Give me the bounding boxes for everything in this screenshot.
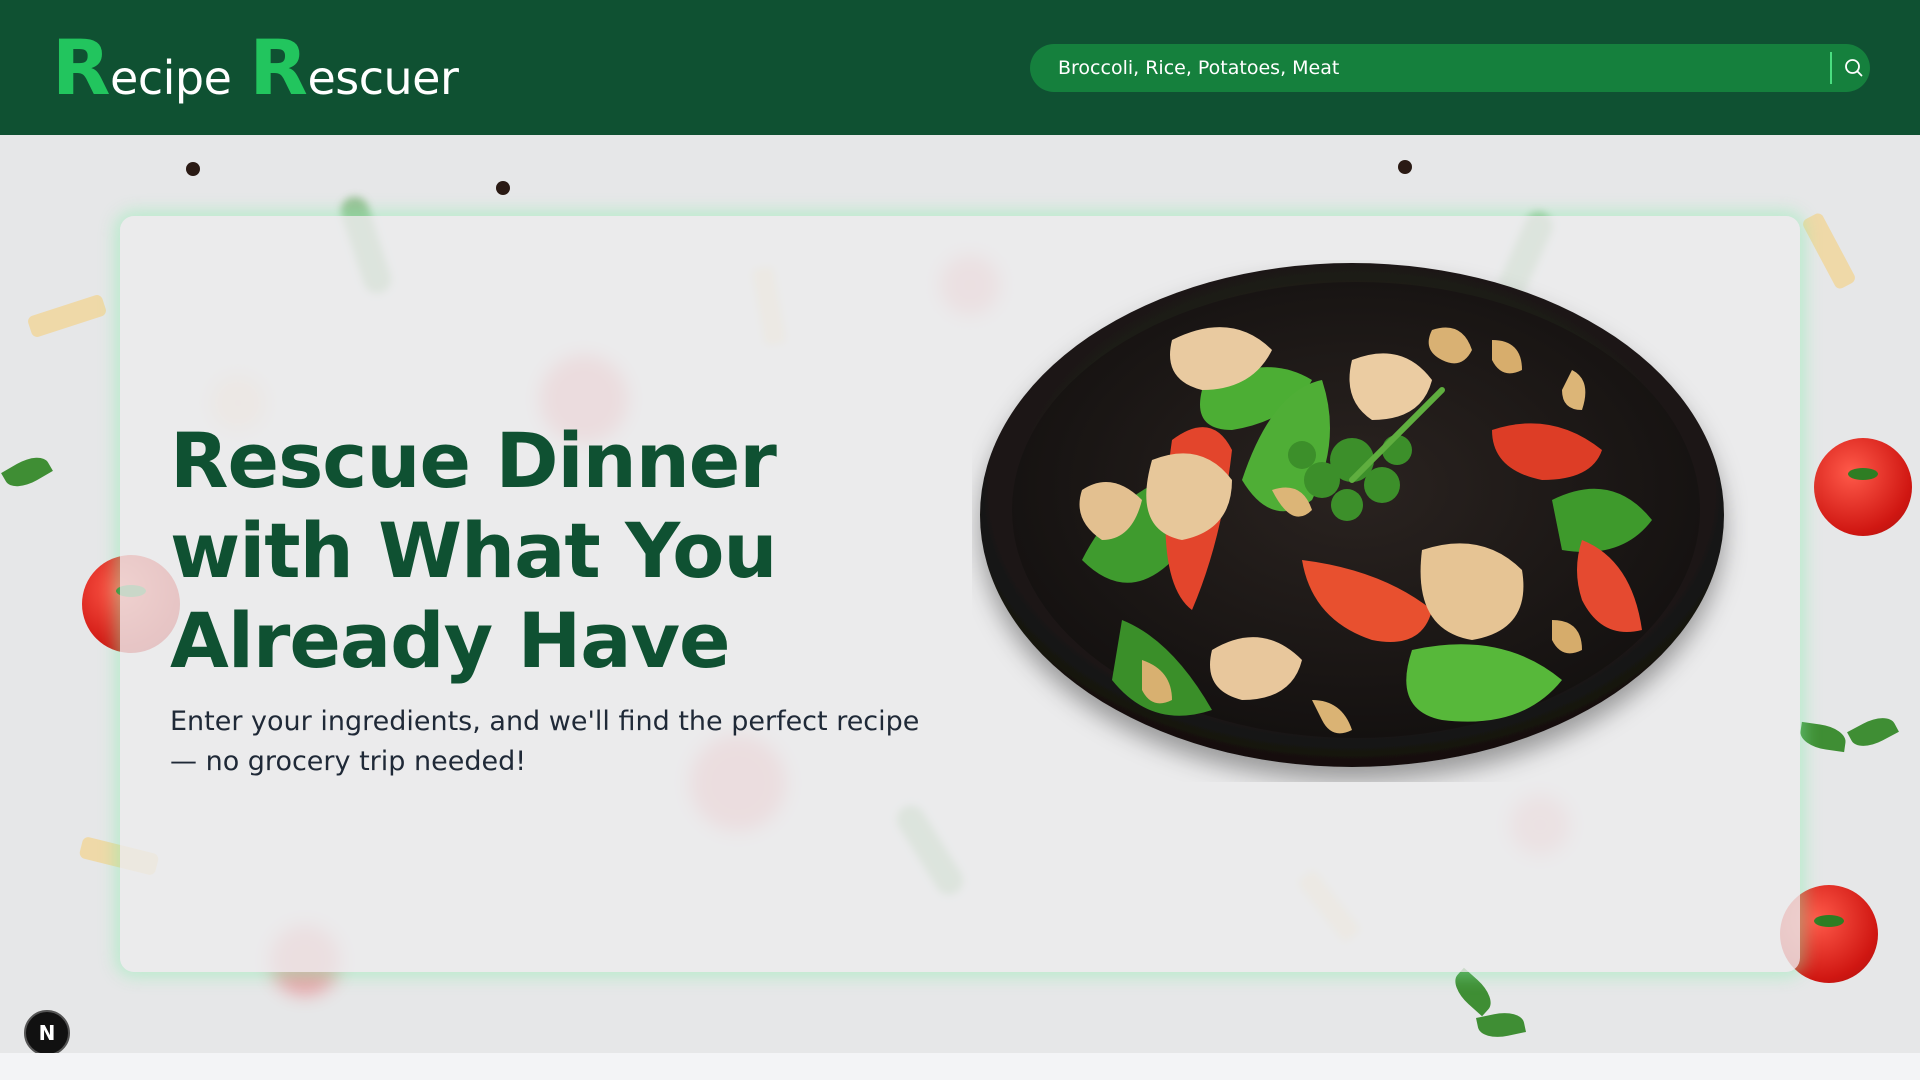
- search-divider: [1830, 52, 1832, 84]
- ingredient-search-input[interactable]: [1058, 44, 1818, 92]
- penne-decor: [26, 293, 108, 339]
- peppercorn-decor: [496, 181, 510, 195]
- peppercorn-decor: [186, 162, 200, 176]
- search-button[interactable]: [1838, 52, 1870, 84]
- basil-leaf-decor: [1798, 721, 1848, 753]
- basil-leaf-decor: [1447, 967, 1499, 1017]
- hero-card: Rescue Dinner with What You Already Have…: [120, 216, 1800, 972]
- hero-subtitle: Enter your ingredients, and we'll find t…: [170, 706, 920, 777]
- site-header: Recipe Rescuer: [0, 0, 1920, 135]
- nextjs-dev-badge[interactable]: N: [24, 1010, 70, 1056]
- page-bottom-strip: [0, 1053, 1920, 1080]
- basil-leaf-decor: [1, 450, 53, 494]
- hero-title: Rescue Dinner with What You Already Have: [170, 416, 778, 685]
- logo[interactable]: Recipe Rescuer: [52, 23, 459, 112]
- ingredient-search-bar: [1030, 44, 1870, 92]
- penne-decor: [1800, 211, 1858, 291]
- peppercorn-decor: [1398, 160, 1412, 174]
- tomato-decor: [1814, 438, 1912, 536]
- basil-leaf-decor: [1847, 710, 1899, 754]
- logo-word-rescuer: Rescuer: [249, 23, 459, 112]
- stir-fry-bowl-illustration: [972, 260, 1748, 782]
- search-icon: [1845, 59, 1863, 77]
- stir-fry-bowl-svg: [980, 263, 1724, 767]
- logo-word-recipe: Recipe: [52, 23, 232, 112]
